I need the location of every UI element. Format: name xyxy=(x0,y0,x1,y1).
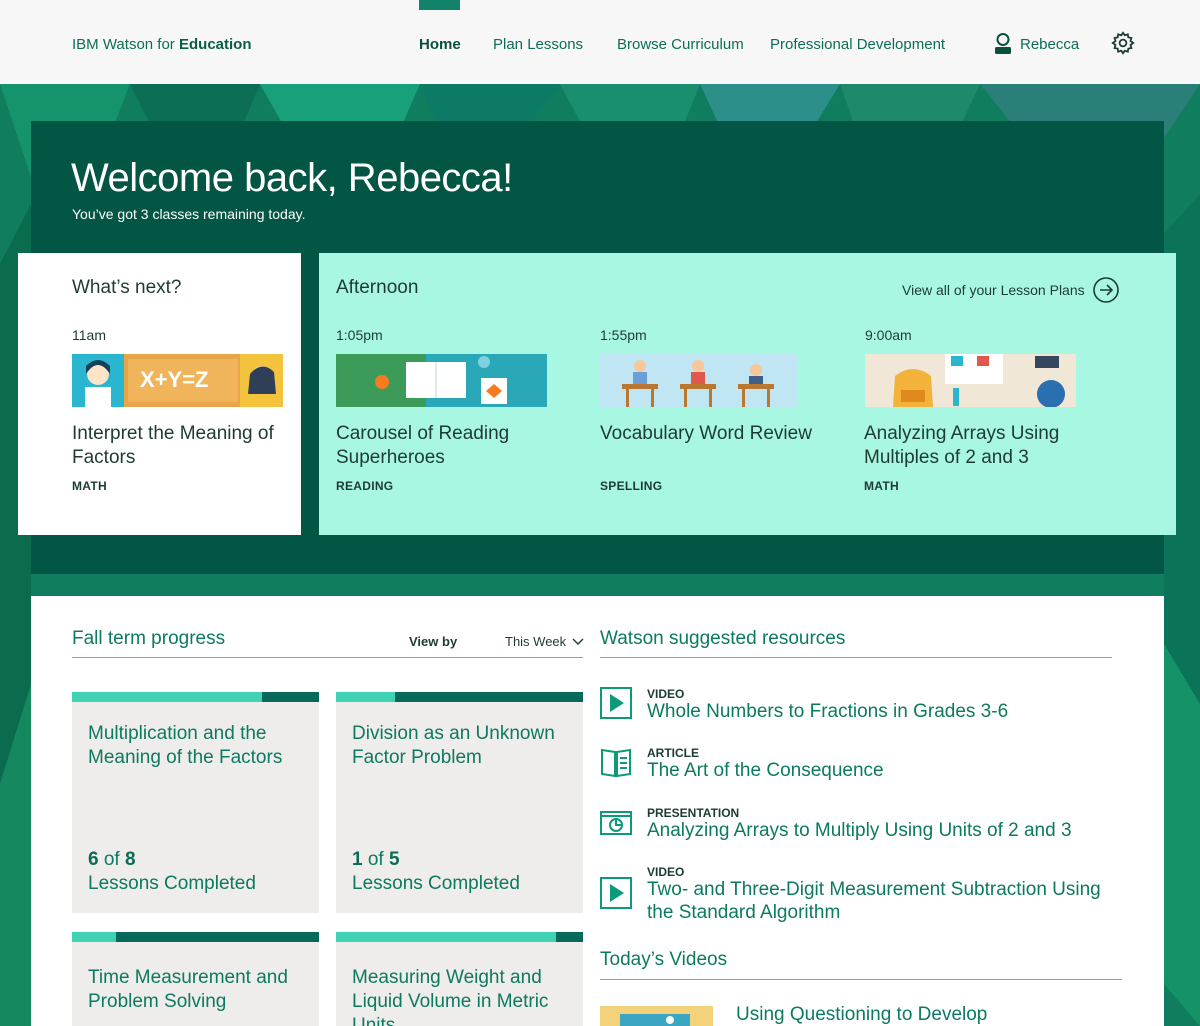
resource-item[interactable]: VIDEO Whole Numbers to Fractions in Grad… xyxy=(600,687,1120,727)
welcome-title: Welcome back, Rebecca! xyxy=(71,156,513,200)
progress-bar-fill xyxy=(336,932,556,942)
resource-type: PRESENTATION xyxy=(647,806,740,820)
resource-title: The Art of the Consequence xyxy=(647,760,884,781)
user-name: Rebecca xyxy=(1020,35,1080,53)
nav-professional-development[interactable]: Professional Development xyxy=(770,36,945,53)
lesson-time: 9:00am xyxy=(865,327,912,343)
chevron-down-icon xyxy=(572,638,584,645)
progress-divider xyxy=(72,657,583,658)
welcome-subtitle: You’ve got 3 classes remaining today. xyxy=(72,206,306,222)
lesson-subject: SPELLING xyxy=(600,479,663,493)
videos-divider xyxy=(600,979,1122,980)
lesson-title[interactable]: Vocabulary Word Review xyxy=(600,422,825,446)
gear-icon[interactable] xyxy=(1111,31,1135,55)
active-nav-indicator xyxy=(419,0,460,10)
progress-card[interactable]: Division as an Unknown Factor Problem 1 … xyxy=(336,692,583,913)
video-play-icon xyxy=(600,687,632,719)
lesson-title[interactable]: Carousel of Reading Superheroes xyxy=(336,422,561,470)
lesson-time: 1:55pm xyxy=(600,327,647,343)
progress-card-title: Time Measurement and Problem Solving xyxy=(88,967,288,1012)
user-menu[interactable]: Rebecca xyxy=(994,33,1079,55)
resource-title: Analyzing Arrays to Multiply Using Units… xyxy=(647,820,1072,841)
progress-bar-fill xyxy=(72,932,117,942)
progress-bar-fill xyxy=(72,692,263,702)
resource-type: VIDEO xyxy=(647,865,685,879)
progress-card[interactable]: Measuring Weight and Liquid Volume in Me… xyxy=(336,932,583,1026)
nav-browse-curriculum[interactable]: Browse Curriculum xyxy=(617,36,744,53)
lesson-time: 1:05pm xyxy=(336,327,383,343)
progress-card-title: Division as an Unknown Factor Problem xyxy=(352,723,555,768)
nav-home[interactable]: Home xyxy=(419,36,461,53)
thumb-equation: X+Y=Z xyxy=(140,367,209,392)
arrow-right-circle-icon xyxy=(1092,277,1119,303)
lesson-title[interactable]: Interpret the Meaning of Factors xyxy=(72,422,297,470)
progress-card-title: Measuring Weight and Liquid Volume in Me… xyxy=(352,967,549,1026)
view-all-lesson-plans-link[interactable]: View all of your Lesson Plans xyxy=(902,277,1119,303)
view-by-label: View by xyxy=(409,634,458,649)
progress-card[interactable]: Time Measurement and Problem Solving xyxy=(72,932,319,1026)
article-book-icon xyxy=(601,748,631,778)
afternoon-heading: Afternoon xyxy=(336,277,419,298)
lesson-thumbnail[interactable] xyxy=(336,354,547,407)
resources-divider xyxy=(600,657,1112,658)
video-thumbnail[interactable] xyxy=(600,1006,713,1026)
video-play-icon xyxy=(600,877,632,909)
todays-videos-heading: Today’s Videos xyxy=(600,949,728,970)
progress-count: 1 of 5 Lessons Completed xyxy=(352,849,520,894)
progress-bar xyxy=(336,932,583,942)
lesson-thumbnail[interactable] xyxy=(600,354,798,407)
resource-type: VIDEO xyxy=(647,687,685,701)
nav-plan-lessons[interactable]: Plan Lessons xyxy=(493,36,583,53)
whats-next-heading: What’s next? xyxy=(72,277,182,298)
resource-title: Whole Numbers to Fractions in Grades 3-6 xyxy=(647,701,1009,722)
progress-card-title: Multiplication and the Meaning of the Fa… xyxy=(88,723,283,768)
user-icon xyxy=(995,33,1011,54)
progress-card[interactable]: Multiplication and the Meaning of the Fa… xyxy=(72,692,319,913)
video-title[interactable]: Using Questioning to Develop xyxy=(736,1004,987,1026)
resource-item[interactable]: VIDEO Two- and Three-Digit Measurement S… xyxy=(600,865,1120,927)
progress-count: 6 of 8 Lessons Completed xyxy=(88,849,256,894)
view-by-value: This Week xyxy=(505,634,567,649)
view-all-label: View all of your Lesson Plans xyxy=(902,282,1085,298)
lesson-subject: READING xyxy=(336,479,394,493)
lesson-title[interactable]: Analyzing Arrays Using Multiples of 2 an… xyxy=(864,422,1089,470)
lesson-thumbnail[interactable]: X+Y=Z xyxy=(72,354,283,407)
resource-item[interactable]: PRESENTATION Analyzing Arrays to Multipl… xyxy=(600,806,1120,846)
progress-bar-fill xyxy=(336,692,396,702)
view-by-select[interactable]: This Week xyxy=(505,634,584,649)
suggested-resources-heading: Watson suggested resources xyxy=(600,628,846,649)
resource-type: ARTICLE xyxy=(647,746,699,760)
progress-bar xyxy=(72,932,319,942)
progress-bar xyxy=(72,692,319,702)
presentation-chart-icon xyxy=(600,811,632,835)
resource-title: Two- and Three-Digit Measurement Subtrac… xyxy=(647,879,1101,923)
lesson-subject: MATH xyxy=(72,479,107,493)
lesson-subject: MATH xyxy=(864,479,899,493)
fall-term-progress-heading: Fall term progress xyxy=(72,628,226,649)
lesson-time: 11am xyxy=(72,327,106,343)
progress-bar xyxy=(336,692,583,702)
top-navigation: IBM Watson for Education Home Plan Lesso… xyxy=(0,0,1200,84)
lesson-thumbnail[interactable] xyxy=(865,354,1076,407)
brand-logo[interactable]: IBM Watson for Education xyxy=(72,36,252,53)
resource-item[interactable]: ARTICLE The Art of the Consequence xyxy=(600,746,1120,786)
